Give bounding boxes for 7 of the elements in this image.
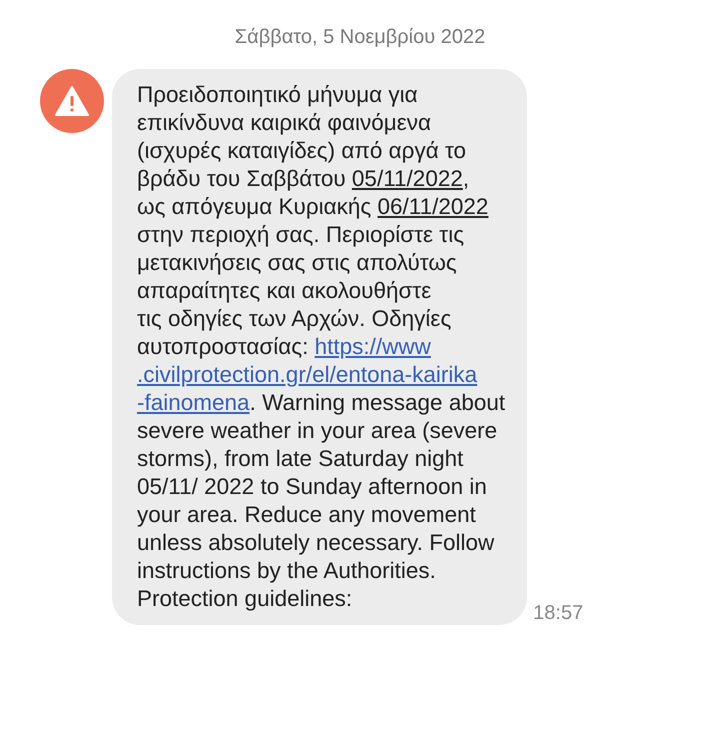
- warning-icon: [55, 86, 89, 116]
- link[interactable]: .civilprotection.gr/el/entona-kairika: [137, 362, 478, 387]
- message-text: Προειδοποιητικό μήνυμα για επικίνδυνα καιρικά φαινόμενα (ισχυρές καταιγίδες) από αργά το βράδυ του Σαββάτου 05/11/2022, ως απόγευμα Κυριακής 06/11/2022 στην περιοχή σας. Περιορίστε τις μετακινήσεις σας στις απολύτως απαραίτητες και ακολουθήστε τις οδηγίες των Αρχών. Οδηγίες αυτοπροστασίας: https://www .civilprotection.gr/el/entona-kairika -fainomena. Warning message about severe weather in your area (severe storms), from late Saturday night 05/11/ 2022 to Sunday afternoon in your area. Reduce any movement unless absolutely necessary. Follow instructions by the Authorities. Protection guidelines:: [137, 81, 506, 613]
- message-time: 18:57: [533, 602, 584, 625]
- link[interactable]: -fainomena: [137, 390, 250, 415]
- link[interactable]: https://www: [314, 334, 431, 359]
- date-header: Σάββατο, 5 Νοεμβρίου 2022: [234, 26, 486, 49]
